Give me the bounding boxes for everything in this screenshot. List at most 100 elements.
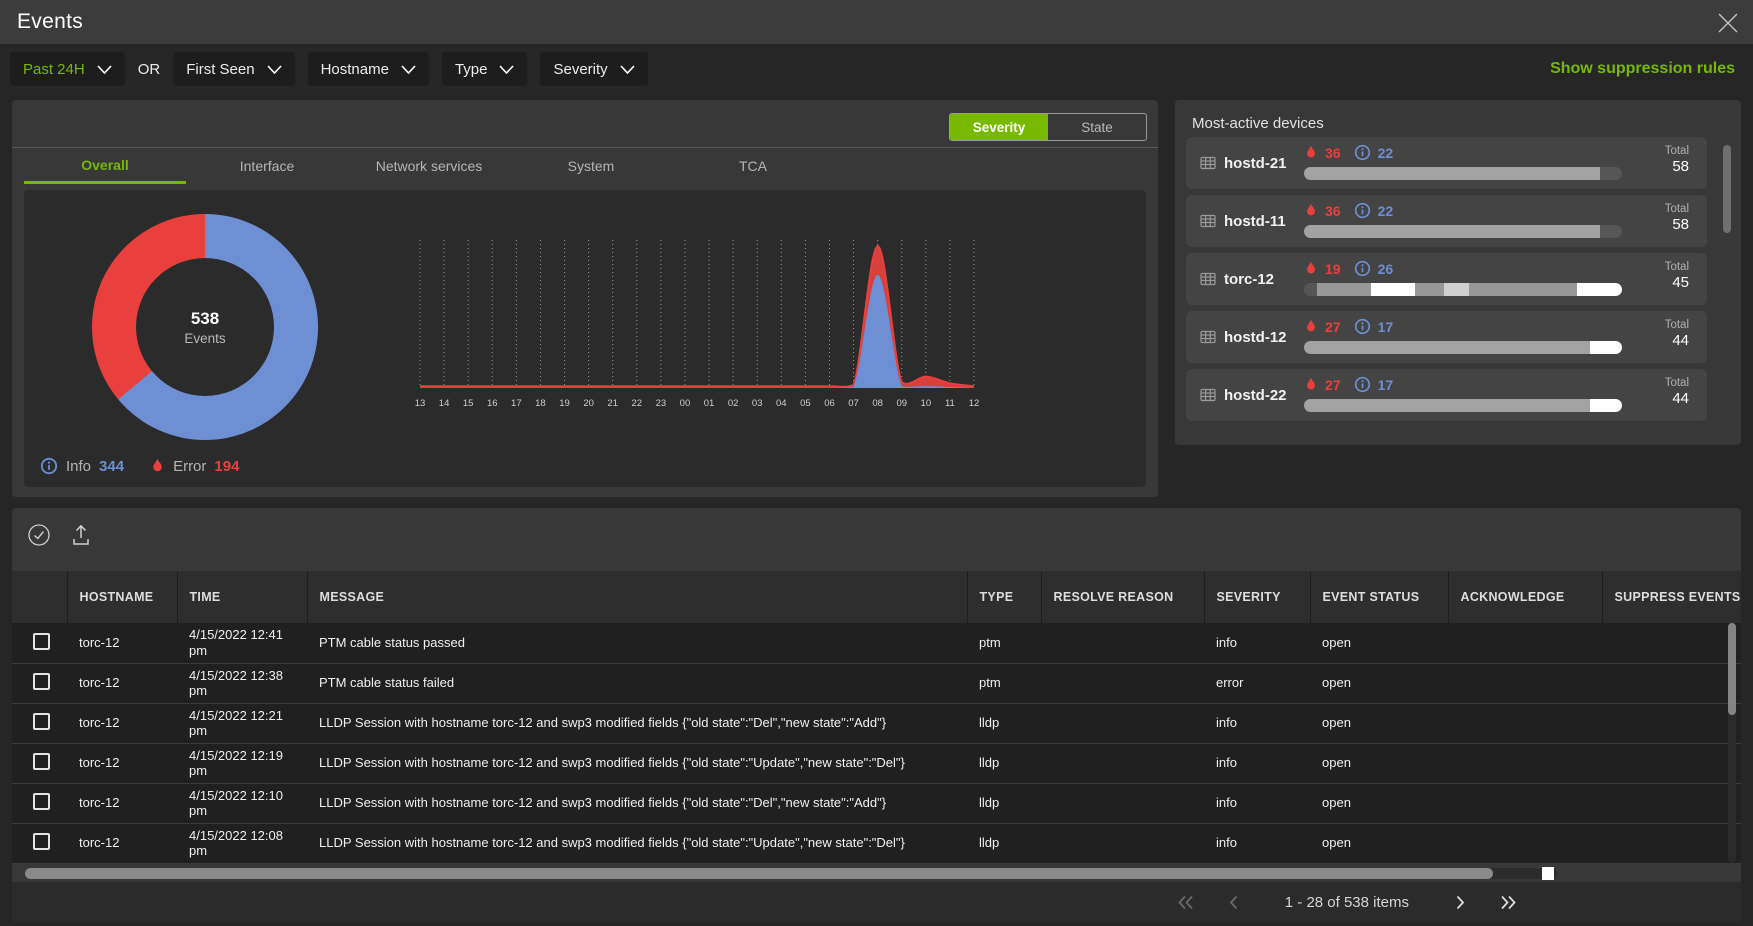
cell-suppress-events [1602,743,1741,783]
row-checkbox[interactable] [33,673,50,690]
device-activity-bar [1304,341,1622,354]
tab-network-services[interactable]: Network services [348,148,510,184]
cell-message: LLDP Session with hostname torc-12 and s… [307,783,967,823]
scrollbar-end-box[interactable] [1542,867,1554,880]
column-header-severity[interactable]: SEVERITY [1204,571,1310,623]
tab-interface[interactable]: Interface [186,148,348,184]
toggle-state[interactable]: State [1048,114,1146,140]
device-card-torc-12[interactable]: torc-12 19 26 Total 45 [1186,253,1707,305]
device-activity-bar [1304,167,1622,180]
filter-dropdown-hostname[interactable]: Hostname [308,52,429,86]
table-row[interactable]: torc-12 4/15/2022 12:41 pm PTM cable sta… [12,623,1741,663]
column-header-suppress-events[interactable]: SUPPRESS EVENTS [1602,571,1741,623]
device-card-hostd-11[interactable]: hostd-11 36 22 Total 58 [1186,195,1707,247]
chevron-down-icon [620,65,635,74]
cell-event-status: open [1310,783,1448,823]
column-header-time[interactable]: TIME [177,571,307,623]
bar-segment [1317,283,1371,296]
title-bar: Events [0,0,1753,44]
row-checkbox[interactable] [33,833,50,850]
table-row[interactable]: torc-12 4/15/2022 12:38 pm PTM cable sta… [12,663,1741,703]
cell-acknowledge [1448,663,1602,703]
toggle-severity[interactable]: Severity [950,114,1048,140]
table-header-row: HOSTNAMETIMEMESSAGETYPERESOLVE REASONSEV… [12,571,1741,623]
row-checkbox[interactable] [33,633,50,650]
device-activity-bar [1304,283,1622,296]
time-range-dropdown[interactable]: Past 24H [10,52,125,86]
device-error-count: 27 [1325,377,1341,393]
x-tick-label: 08 [872,398,883,409]
column-header-acknowledge[interactable]: ACKNOWLEDGE [1448,571,1602,623]
close-icon[interactable] [1716,11,1740,35]
filter-dropdown-severity[interactable]: Severity [540,52,647,86]
x-tick-label: 22 [631,398,642,409]
page-title: Events [0,10,83,34]
table-horizontal-scrollbar-thumb[interactable] [25,868,1493,879]
column-header-checkbox[interactable] [12,571,67,623]
acknowledge-check-icon[interactable] [26,522,52,548]
cell-severity: info [1204,703,1310,743]
cell-event-status: open [1310,663,1448,703]
events-timeseries-chart: 1314151617181920212223000102030405060708… [402,218,992,428]
bar-segment [1590,399,1622,412]
table-vertical-scrollbar-thumb[interactable] [1728,623,1736,715]
column-header-event-status[interactable]: EVENT STATUS [1310,571,1448,623]
prev-page-icon[interactable] [1223,894,1245,910]
cell-event-status: open [1310,703,1448,743]
column-header-type[interactable]: TYPE [967,571,1041,623]
first-page-icon[interactable] [1175,894,1197,910]
device-total-label: Total [1665,376,1689,390]
filter-dropdown-first-seen[interactable]: First Seen [173,52,294,86]
filter-dropdown-type[interactable]: Type [442,52,528,86]
device-card-hostd-21[interactable]: hostd-21 36 22 Total 58 [1186,137,1707,189]
row-checkbox[interactable] [33,753,50,770]
next-page-icon[interactable] [1449,894,1471,910]
device-name: hostd-12 [1224,329,1287,346]
flame-icon [1304,145,1318,160]
device-total-value: 44 [1665,332,1689,351]
table-horizontal-scrollbar[interactable] [25,868,1557,879]
table-row[interactable]: torc-12 4/15/2022 12:19 pm LLDP Session … [12,743,1741,783]
cell-time: 4/15/2022 12:41 pm [177,623,307,663]
device-error-count: 36 [1325,203,1341,219]
column-header-message[interactable]: MESSAGE [307,571,967,623]
show-suppression-rules-link[interactable]: Show suppression rules [1550,60,1735,78]
last-page-icon[interactable] [1497,894,1519,910]
x-tick-label: 18 [535,398,546,409]
bar-segment [1590,341,1622,354]
device-info-count: 22 [1378,203,1394,219]
devices-scrollbar[interactable] [1723,145,1731,233]
column-header-hostname[interactable]: HOSTNAME [67,571,177,623]
cell-acknowledge [1448,743,1602,783]
flame-icon [1304,261,1318,276]
devices-panel-title: Most-active devices [1175,100,1741,132]
export-icon[interactable] [68,522,94,548]
table-row[interactable]: torc-12 4/15/2022 12:08 pm LLDP Session … [12,823,1741,863]
device-error-count: 36 [1325,145,1341,161]
x-tick-label: 02 [728,398,739,409]
cell-suppress-events [1602,783,1741,823]
info-icon [1354,260,1371,277]
chevron-down-icon [401,65,416,74]
tab-system[interactable]: System [510,148,672,184]
row-checkbox[interactable] [33,713,50,730]
cell-resolve-reason [1041,663,1204,703]
x-tick-label: 04 [776,398,787,409]
tab-overall[interactable]: Overall [24,148,186,184]
column-header-resolve-reason[interactable]: RESOLVE REASON [1041,571,1204,623]
device-info-count: 17 [1378,377,1394,393]
flame-icon [1304,203,1318,218]
table-row[interactable]: torc-12 4/15/2022 12:21 pm LLDP Session … [12,703,1741,743]
legend-item-error: Error 194 [150,458,239,475]
cell-type: ptm [967,623,1041,663]
tab-tca[interactable]: TCA [672,148,834,184]
device-info-count: 22 [1378,145,1394,161]
severity-state-toggle: Severity State [949,113,1147,141]
device-card-hostd-12[interactable]: hostd-12 27 17 Total 44 [1186,311,1707,363]
table-row[interactable]: torc-12 4/15/2022 12:10 pm LLDP Session … [12,783,1741,823]
device-card-hostd-22[interactable]: hostd-22 27 17 Total 44 [1186,369,1707,421]
bar-segment [1577,283,1622,296]
row-checkbox[interactable] [33,793,50,810]
info-icon [1354,318,1371,335]
x-tick-label: 16 [487,398,498,409]
